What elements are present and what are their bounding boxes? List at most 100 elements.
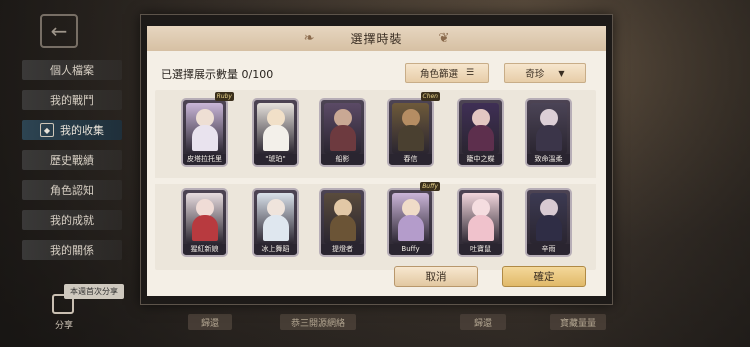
card-frame: 船影 (319, 98, 366, 167)
costume-name: 船影 (321, 154, 364, 164)
costume-card[interactable]: 致命溫柔 (525, 98, 572, 167)
costume-card[interactable]: 吐寶鼠 (457, 188, 504, 257)
sidebar-item-character-knowledge[interactable]: 角色認知 (22, 180, 122, 200)
costume-name: 冰上舞蹈 (254, 244, 297, 254)
costume-name: 辛雨 (527, 244, 570, 254)
costume-name: 吐寶鼠 (459, 244, 502, 254)
sidebar-item-label: 我的關係 (50, 244, 94, 257)
bottom-button-treasure[interactable]: 寶藏量量 (550, 314, 606, 330)
portrait-body (535, 215, 562, 241)
card-frame: 致命溫柔 (525, 98, 572, 167)
costume-card[interactable]: 提燈者 (319, 188, 366, 257)
costume-name: 春信 (389, 154, 432, 164)
costume-portrait (462, 193, 499, 244)
costume-portrait (530, 193, 567, 244)
portrait-body (397, 215, 424, 241)
sidebar-item-label: 我的戰鬥 (50, 94, 94, 107)
share-tip: 本週首次分享 (64, 284, 124, 299)
signature-tag: Buffy (420, 182, 440, 191)
card-frame: 提燈者 (319, 188, 366, 257)
back-arrow-icon[interactable]: ← (40, 14, 78, 48)
portrait-body (329, 215, 356, 241)
leaf-ornament-icon: ❧ (303, 31, 315, 46)
filter-label: 角色篩選 (419, 69, 458, 80)
costume-card[interactable]: 冰上舞蹈 (252, 188, 299, 257)
costume-portrait (392, 103, 429, 154)
sidebar-item-history[interactable]: 歷史戰績 (22, 150, 122, 170)
portrait-body (191, 125, 218, 151)
sidebar-item-battles[interactable]: 我的戰鬥 (22, 90, 122, 110)
rarity-label: 奇珍 (525, 69, 545, 80)
character-filter-button[interactable]: 角色篩選 ☰ (405, 63, 489, 83)
costume-card[interactable]: 船影 (319, 98, 366, 167)
costume-name: 籠中之蝶 (459, 154, 502, 164)
costume-name: Buffy (389, 244, 432, 254)
costume-card[interactable]: "琥珀" (252, 98, 299, 167)
portrait-body (262, 125, 289, 151)
share-label[interactable]: 分享 (55, 318, 73, 331)
costume-portrait (257, 103, 294, 154)
grid-row-divider (155, 178, 596, 184)
sidebar-item-label: 我的收集 (60, 124, 104, 137)
modal-title: 選擇時裝 (350, 32, 403, 46)
costume-portrait (186, 103, 223, 154)
costume-name: "琥珀" (254, 154, 297, 164)
leaf-ornament-icon: ❦ (438, 31, 450, 46)
shield-icon: ◆ (40, 123, 54, 137)
costume-name: 猩紅新娘 (183, 244, 226, 254)
sidebar-item-label: 我的成就 (50, 214, 94, 227)
portrait-body (262, 215, 289, 241)
select-costume-modal: ❧ 選擇時裝 ❦ 已選擇展示數量 0/100 角色篩選 ☰ 奇珍 ▼ 皮塔拉托里… (147, 26, 606, 296)
costume-portrait (257, 193, 294, 244)
costume-card[interactable]: 籠中之蝶 (457, 98, 504, 167)
confirm-button[interactable]: 確定 (502, 266, 586, 287)
costume-portrait (462, 103, 499, 154)
selected-count-label: 已選擇展示數量 0/100 (161, 68, 274, 81)
sidebar-item-label: 個人檔案 (50, 64, 94, 77)
costume-name: 皮塔拉托里 (183, 154, 226, 164)
chevron-down-icon: ▼ (558, 68, 565, 78)
signature-tag: Chen (420, 92, 440, 101)
costume-card[interactable]: 辛雨 (525, 188, 572, 257)
costume-portrait (324, 103, 361, 154)
bottom-strip: 歸還 恭三開源網絡 歸還 寶藏量量 (150, 306, 630, 334)
costume-card[interactable]: Buffy Buffy (387, 182, 440, 257)
costume-portrait (530, 103, 567, 154)
card-frame: 冰上舞蹈 (252, 188, 299, 257)
sidebar-item-profile[interactable]: 個人檔案 (22, 60, 122, 80)
portrait-body (467, 125, 494, 151)
cancel-button[interactable]: 取消 (394, 266, 478, 287)
bottom-button-return[interactable]: 歸還 (188, 314, 232, 330)
sidebar-item-achievements[interactable]: 我的成就 (22, 210, 122, 230)
costume-card[interactable]: 皮塔拉托里 Ruby (181, 92, 234, 167)
card-frame: 春信 (387, 98, 434, 167)
sidebar-item-relations[interactable]: 我的關係 (22, 240, 122, 260)
sidebar-item-label: 歷史戰績 (50, 154, 94, 167)
costume-card[interactable]: 春信 Chen (387, 92, 440, 167)
rarity-dropdown[interactable]: 奇珍 ▼ (504, 63, 586, 83)
sidebar-item-label: 角色認知 (50, 184, 94, 197)
portrait-body (535, 125, 562, 151)
card-frame: 籠中之蝶 (457, 98, 504, 167)
costume-name: 致命溫柔 (527, 154, 570, 164)
list-icon: ☰ (465, 68, 475, 78)
costume-card[interactable]: 猩紅新娘 (181, 188, 228, 257)
portrait-body (329, 125, 356, 151)
bottom-button-return-2[interactable]: 歸還 (460, 314, 506, 330)
signature-tag: Ruby (214, 92, 234, 101)
card-frame: 皮塔拉托里 (181, 98, 228, 167)
portrait-body (191, 215, 218, 241)
bottom-button-mid[interactable]: 恭三開源網絡 (280, 314, 356, 330)
sidebar-menu: 個人檔案 我的戰鬥 ◆ 我的收集 歷史戰績 角色認知 我的成就 我的關係 (22, 60, 122, 270)
card-frame: "琥珀" (252, 98, 299, 167)
modal-header: ❧ 選擇時裝 ❦ (147, 26, 606, 51)
costume-portrait (186, 193, 223, 244)
portrait-body (397, 125, 424, 151)
portrait-body (467, 215, 494, 241)
sidebar-item-collection[interactable]: ◆ 我的收集 (22, 120, 122, 140)
costume-portrait (392, 193, 429, 244)
card-frame: Buffy (387, 188, 434, 257)
costume-name: 提燈者 (321, 244, 364, 254)
card-frame: 辛雨 (525, 188, 572, 257)
costume-portrait (324, 193, 361, 244)
